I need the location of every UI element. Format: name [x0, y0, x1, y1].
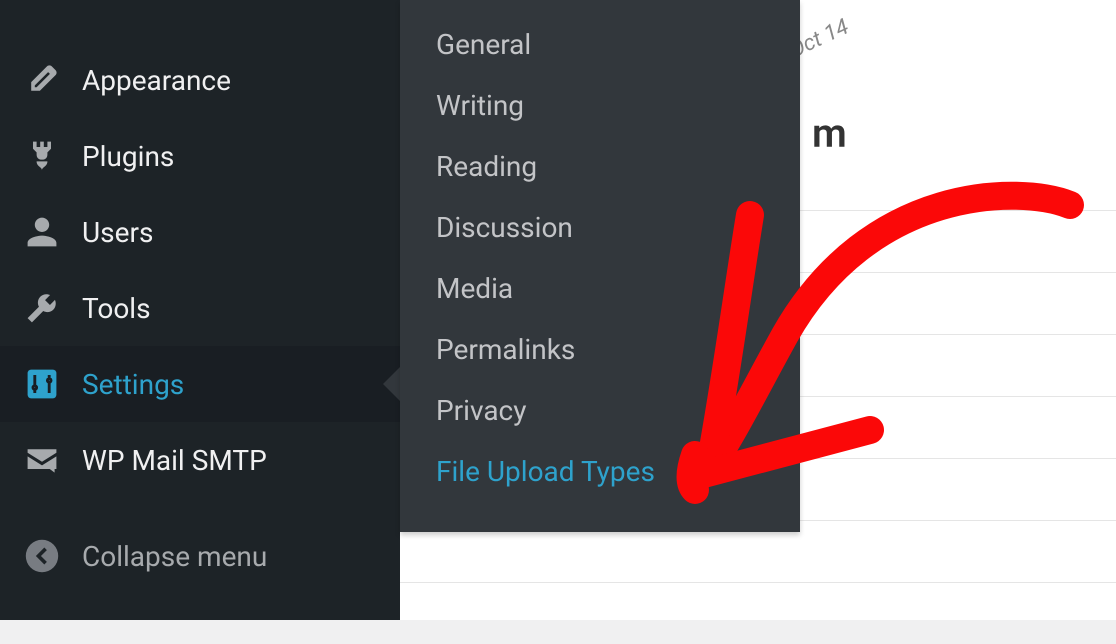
- sidebar-item-label: Appearance: [82, 64, 231, 97]
- submenu-label: File Upload Types: [436, 455, 655, 488]
- sidebar-item-label: Users: [82, 216, 153, 249]
- submenu-item-file-upload-types[interactable]: File Upload Types: [400, 441, 800, 502]
- sidebar-item-plugins[interactable]: Plugins: [0, 118, 400, 194]
- submenu-item-privacy[interactable]: Privacy: [400, 380, 800, 441]
- submenu-label: Media: [436, 272, 513, 305]
- submenu-label: General: [436, 28, 531, 61]
- submenu-item-media[interactable]: Media: [400, 258, 800, 319]
- sliders-icon: [20, 362, 64, 406]
- plug-icon: [20, 134, 64, 178]
- submenu-item-discussion[interactable]: Discussion: [400, 197, 800, 258]
- submenu-label: Reading: [436, 150, 537, 183]
- mail-icon: [20, 438, 64, 482]
- sidebar-item-tools[interactable]: Tools: [0, 270, 400, 346]
- active-indicator: [383, 366, 401, 402]
- settings-submenu: General Writing Reading Discussion Media…: [400, 0, 800, 532]
- sidebar-item-appearance[interactable]: Appearance: [0, 42, 400, 118]
- submenu-label: Privacy: [436, 394, 526, 427]
- submenu-item-writing[interactable]: Writing: [400, 75, 800, 136]
- user-icon: [20, 210, 64, 254]
- sidebar-item-label: Settings: [82, 368, 184, 401]
- submenu-label: Permalinks: [436, 333, 575, 366]
- submenu-label: Discussion: [436, 211, 573, 244]
- sidebar-item-wp-mail-smtp[interactable]: WP Mail SMTP: [0, 422, 400, 498]
- sidebar-item-label: WP Mail SMTP: [82, 444, 267, 477]
- submenu-item-reading[interactable]: Reading: [400, 136, 800, 197]
- submenu-label: Writing: [436, 89, 524, 122]
- calendar-date-labels: Oct 14 Oct 15: [786, 0, 1009, 63]
- sidebar-item-settings[interactable]: Settings: [0, 346, 400, 422]
- submenu-item-permalinks[interactable]: Permalinks: [400, 319, 800, 380]
- brush-icon: [20, 58, 64, 102]
- collapse-menu-button[interactable]: Collapse menu: [0, 518, 400, 594]
- admin-sidebar: Appearance Plugins Users Tools Settings …: [0, 0, 400, 620]
- sidebar-item-label: Tools: [82, 292, 151, 325]
- collapse-icon: [20, 534, 64, 578]
- sidebar-item-users[interactable]: Users: [0, 194, 400, 270]
- submenu-item-general[interactable]: General: [400, 14, 800, 75]
- text-fragment: m: [812, 110, 847, 157]
- sidebar-item-label: Plugins: [82, 140, 174, 173]
- wrench-icon: [20, 286, 64, 330]
- collapse-label: Collapse menu: [82, 540, 267, 573]
